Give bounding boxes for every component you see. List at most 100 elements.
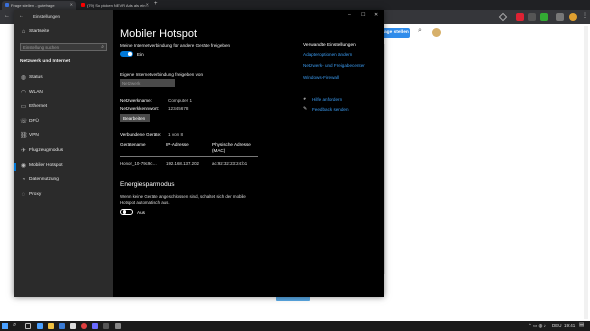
search-icon: ⌕ bbox=[101, 44, 104, 50]
tab-close-icon[interactable]: ✕ bbox=[146, 2, 149, 7]
selected-indicator bbox=[14, 163, 16, 171]
window-back-arrow-icon[interactable]: ← bbox=[19, 13, 24, 19]
settings-sidebar: ← Einstellungen ⌂ Startseite Einstellung… bbox=[14, 10, 113, 297]
new-tab-button[interactable]: + bbox=[154, 1, 158, 7]
file-explorer-icon[interactable] bbox=[48, 323, 54, 329]
sidebar-item-home[interactable]: ⌂ Startseite bbox=[14, 27, 113, 40]
settings-window: ← Einstellungen ⌂ Startseite Einstellung… bbox=[14, 10, 384, 297]
sidebar-item-label: WLAN bbox=[29, 90, 43, 95]
section-title: Netzwerk und Internet bbox=[20, 59, 71, 64]
extension-icon[interactable] bbox=[556, 13, 564, 21]
extension-icon[interactable] bbox=[528, 13, 536, 21]
search-placeholder: Einstellung suchen bbox=[23, 45, 60, 50]
app-icon[interactable] bbox=[103, 323, 109, 329]
back-arrow-icon[interactable]: ← bbox=[4, 13, 10, 19]
network-sharing-center-link[interactable]: Netzwerk- und Freigabecenter bbox=[303, 63, 365, 68]
browser-tab-2[interactable]: (79) So picken NEVR Ads als ein… ✕ bbox=[78, 1, 152, 10]
send-feedback-link[interactable]: Feedback senden bbox=[312, 107, 349, 112]
ask-question-button[interactable]: age stellen bbox=[382, 28, 410, 38]
sidebar-item-label: Flugzeugmodus bbox=[29, 148, 64, 153]
device-name: Honor_10-79c9c… bbox=[120, 161, 157, 166]
chrome-icon[interactable] bbox=[81, 323, 87, 329]
discord-icon[interactable] bbox=[92, 323, 98, 329]
share-from-label: Eigene Internetverbindung freigeben von bbox=[120, 72, 204, 77]
adapter-options-link[interactable]: Adapteroptionen ändern bbox=[303, 52, 352, 57]
edit-button[interactable]: Bearbeiten bbox=[120, 114, 150, 122]
device-ip: 192.168.137.202 bbox=[166, 161, 199, 166]
settings-main-pane: – ☐ ✕ Mobiler Hotspot Meine Internetverb… bbox=[113, 10, 384, 297]
content-divider bbox=[384, 44, 385, 274]
sidebar-item-airplane[interactable]: ✈ Flugzeugmodus bbox=[14, 146, 113, 159]
bookmark-star-icon[interactable] bbox=[498, 12, 508, 22]
tray-icons[interactable]: ⌃ ▭ ◍ ♪ bbox=[528, 323, 546, 329]
sidebar-item-vpn[interactable]: ⛓ VPN bbox=[14, 131, 113, 144]
minimize-button[interactable]: – bbox=[348, 12, 351, 18]
network-password-label: Netzwerkkennwort: bbox=[120, 106, 160, 111]
clock[interactable]: 19:41 bbox=[564, 323, 575, 328]
search-icon[interactable]: ⌕ bbox=[13, 322, 16, 329]
extension-icon[interactable] bbox=[516, 13, 524, 21]
ethernet-icon: ▭ bbox=[20, 104, 27, 110]
table-divider bbox=[120, 156, 258, 157]
close-button[interactable]: ✕ bbox=[374, 12, 378, 18]
extension-icon[interactable] bbox=[540, 13, 548, 21]
power-saving-description: Wenn keine Geräte angeschlossen sind, sc… bbox=[120, 194, 246, 205]
notification-icon[interactable]: ▤ bbox=[579, 322, 584, 328]
airplane-icon: ✈ bbox=[20, 148, 27, 154]
sidebar-item-status[interactable]: ◍ Status bbox=[14, 73, 113, 86]
data-usage-icon: ◔ bbox=[21, 177, 26, 183]
app-icon[interactable] bbox=[70, 323, 76, 329]
menu-dots-icon[interactable]: ⋮ bbox=[582, 12, 588, 19]
language-indicator[interactable]: DEU bbox=[552, 323, 562, 328]
network-name-value: Computer 1 bbox=[168, 98, 193, 103]
power-saving-toggle[interactable] bbox=[120, 209, 133, 215]
tab-close-icon[interactable]: ✕ bbox=[70, 2, 73, 7]
dialup-icon: ☏ bbox=[20, 119, 28, 125]
connected-devices-value: 1 von 8 bbox=[168, 132, 184, 137]
toggle-knob bbox=[128, 52, 132, 56]
maximize-button[interactable]: ☐ bbox=[361, 12, 365, 18]
search-icon[interactable]: ⌕ bbox=[418, 27, 422, 35]
settings-search-input[interactable]: Einstellung suchen ⌕ bbox=[20, 43, 107, 51]
share-toggle-state: Ein bbox=[137, 52, 144, 57]
profile-avatar[interactable] bbox=[569, 13, 577, 21]
browser-tab-1[interactable]: Frage stellen - gutefrage ✕ bbox=[2, 1, 76, 10]
sidebar-item-label: Status bbox=[29, 75, 43, 80]
sidebar-item-label: Proxy bbox=[29, 192, 42, 197]
page-title: Mobiler Hotspot bbox=[120, 28, 198, 40]
get-help-link[interactable]: Hilfe anfordern bbox=[312, 97, 342, 102]
avatar[interactable] bbox=[432, 28, 441, 37]
start-button[interactable] bbox=[2, 323, 8, 329]
taskbar: ⌕ ⌃ ▭ ◍ ♪ DEU 19:41 ▤ bbox=[0, 321, 590, 331]
sidebar-item-label: DFÜ bbox=[29, 119, 39, 124]
window-title: Einstellungen bbox=[33, 14, 61, 19]
network-password-value: 12345678 bbox=[168, 106, 189, 111]
sidebar-item-proxy[interactable]: ◌ Proxy bbox=[14, 190, 113, 203]
table-header: Physische Adresse (MAC) bbox=[212, 142, 251, 153]
globe-icon: ◍ bbox=[20, 75, 27, 81]
sidebar-item-dfue[interactable]: ☏ DFÜ bbox=[14, 117, 113, 130]
hotspot-icon: ◉ bbox=[20, 163, 27, 169]
share-from-dropdown[interactable]: Netzwerk bbox=[120, 79, 175, 87]
sidebar-item-wlan[interactable]: ◠ WLAN bbox=[14, 88, 113, 101]
sidebar-item-label: VPN bbox=[29, 133, 39, 138]
windows-firewall-link[interactable]: Windows-Firewall bbox=[303, 75, 339, 80]
page-scrollbar[interactable] bbox=[584, 26, 588, 319]
power-saving-title: Energiesparmodus bbox=[120, 181, 175, 188]
edge-icon[interactable] bbox=[37, 323, 43, 329]
device-mac: ac:92:32:23:24:b1 bbox=[212, 161, 248, 166]
network-name-label: Netzwerkname: bbox=[120, 98, 152, 103]
home-icon: ⌂ bbox=[21, 29, 26, 35]
sidebar-item-mobile-hotspot[interactable]: ◉ Mobiler Hotspot bbox=[14, 161, 113, 174]
task-view-icon[interactable] bbox=[25, 323, 31, 329]
table-header: IP-Adresse bbox=[166, 142, 189, 147]
power-toggle-state: Aus bbox=[137, 210, 145, 215]
toggle-knob bbox=[122, 210, 127, 214]
wifi-icon: ◠ bbox=[20, 90, 27, 96]
sidebar-item-label: Ethernet bbox=[29, 104, 48, 109]
store-icon[interactable] bbox=[59, 323, 65, 329]
sidebar-item-data-usage[interactable]: ◔ Datennutzung bbox=[14, 175, 113, 188]
settings-gear-icon[interactable] bbox=[115, 323, 121, 329]
share-toggle[interactable] bbox=[120, 51, 133, 57]
sidebar-item-ethernet[interactable]: ▭ Ethernet bbox=[14, 102, 113, 115]
